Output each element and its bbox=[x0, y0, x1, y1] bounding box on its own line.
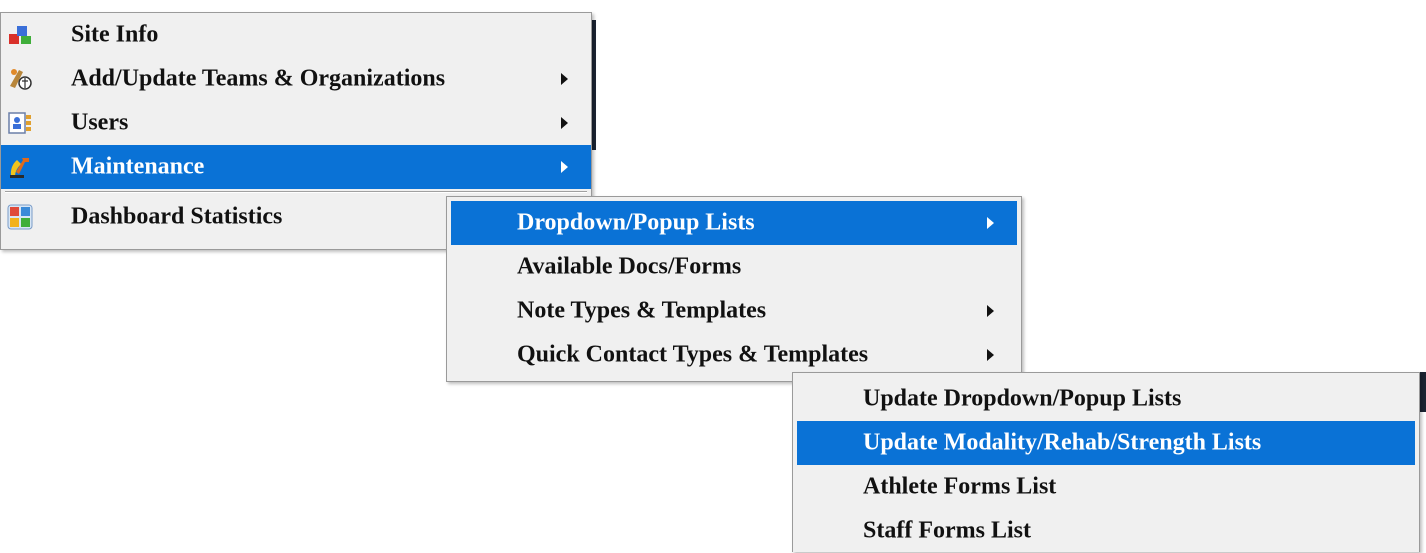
lists-submenu: Update Dropdown/Popup Lists Update Modal… bbox=[792, 372, 1420, 552]
menu-item-label: Users bbox=[71, 109, 129, 136]
site-info-icon bbox=[9, 26, 31, 44]
menu-item-maintenance[interactable]: Maintenance bbox=[1, 145, 591, 189]
submenu-arrow-icon bbox=[987, 305, 994, 317]
menu-item-update-modality-rehab-strength-lists[interactable]: Update Modality/Rehab/Strength Lists bbox=[797, 421, 1415, 465]
menu-item-add-update-teams[interactable]: Add/Update Teams & Organizations bbox=[1, 57, 591, 101]
menu-item-users[interactable]: Users bbox=[1, 101, 591, 145]
menu-item-label: Dropdown/Popup Lists bbox=[517, 209, 755, 236]
submenu-arrow-icon bbox=[561, 117, 568, 129]
maintenance-icon bbox=[10, 158, 29, 178]
menu-item-dropdown-popup-lists[interactable]: Dropdown/Popup Lists bbox=[451, 201, 1017, 245]
menu-item-label: Staff Forms List bbox=[863, 517, 1031, 544]
submenu-arrow-icon bbox=[561, 161, 568, 173]
dashboard-icon bbox=[7, 204, 33, 230]
menu-item-label: Update Dropdown/Popup Lists bbox=[863, 385, 1182, 412]
users-icon bbox=[8, 112, 31, 134]
menu-item-label: Maintenance bbox=[71, 153, 205, 180]
menu-item-athlete-forms-list[interactable]: Athlete Forms List bbox=[797, 465, 1415, 509]
menu-item-label: Site Info bbox=[71, 21, 159, 48]
menu-item-staff-forms-list[interactable]: Staff Forms List bbox=[797, 509, 1415, 553]
menu-item-label: Quick Contact Types & Templates bbox=[517, 341, 869, 368]
menu-item-update-dropdown-popup-lists[interactable]: Update Dropdown/Popup Lists bbox=[797, 377, 1415, 421]
menu-item-quick-contact-types-templates[interactable]: Quick Contact Types & Templates bbox=[451, 333, 1017, 377]
menu-item-site-info[interactable]: Site Info bbox=[1, 13, 591, 57]
menu-separator bbox=[5, 191, 587, 193]
menu-item-label: Dashboard Statistics bbox=[71, 203, 283, 230]
submenu-arrow-icon bbox=[987, 217, 994, 229]
menu-item-available-docs-forms[interactable]: Available Docs/Forms bbox=[451, 245, 1017, 289]
submenu-arrow-icon bbox=[987, 349, 994, 361]
menu-item-label: Add/Update Teams & Organizations bbox=[71, 65, 446, 92]
submenu-arrow-icon bbox=[561, 73, 568, 85]
menu-item-label: Athlete Forms List bbox=[863, 473, 1057, 500]
teams-icon bbox=[10, 69, 32, 90]
menu-item-label: Update Modality/Rehab/Strength Lists bbox=[863, 429, 1262, 456]
menu-item-label: Available Docs/Forms bbox=[517, 253, 742, 280]
maintenance-submenu: Dropdown/Popup Lists Available Docs/Form… bbox=[446, 196, 1022, 382]
menu-item-label: Note Types & Templates bbox=[517, 297, 767, 324]
menu-item-note-types-templates[interactable]: Note Types & Templates bbox=[451, 289, 1017, 333]
